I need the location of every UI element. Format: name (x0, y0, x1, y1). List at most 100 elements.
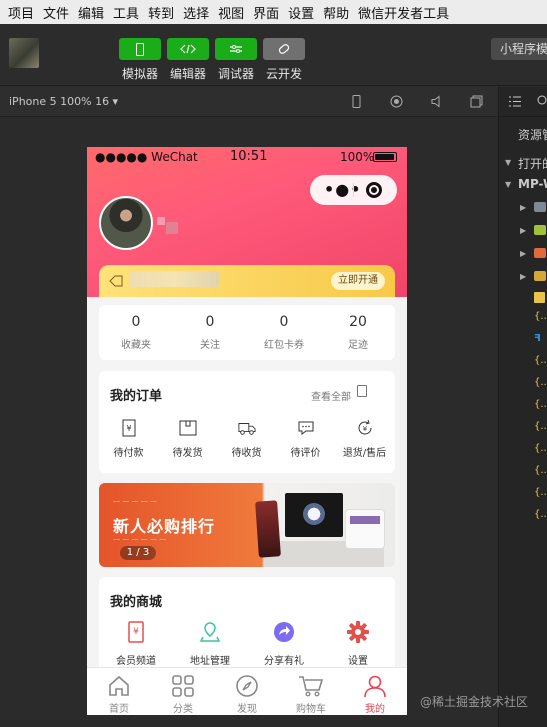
editor-button[interactable] (167, 38, 209, 60)
orders-card: 我的订单 查看全部 ¥ 待付款 待发货 待收货 待评价 ¥ 退货/售后 (99, 371, 395, 473)
record-icon[interactable] (390, 95, 403, 108)
folder-icon[interactable] (534, 248, 546, 258)
refund-icon: ¥ (358, 419, 371, 435)
window-icon[interactable] (470, 95, 483, 108)
volume-icon[interactable] (430, 95, 443, 108)
mall-address[interactable]: 地址管理 (173, 621, 247, 667)
simulator-label: 模拟器 (121, 67, 158, 81)
user-avatar[interactable] (9, 38, 39, 68)
mall-settings[interactable]: 设置 (321, 621, 395, 667)
vip-open-button[interactable]: 立即开通 (331, 272, 385, 290)
json-file-icon[interactable]: {..} (534, 443, 547, 454)
order-pending-review[interactable]: 待评价 (276, 419, 335, 459)
mode-select[interactable]: 小程序模式 (491, 38, 547, 60)
order-label: 待收货 (231, 448, 262, 459)
project-section[interactable]: MP-WEIXIN (518, 177, 547, 191)
payment-icon: ¥ (122, 419, 135, 437)
folder-icon[interactable] (534, 225, 546, 235)
menu-item-view[interactable]: 视图 (218, 3, 244, 22)
document-icon[interactable] (357, 385, 367, 397)
tab-category[interactable]: 分类 (151, 673, 215, 715)
order-label: 待发货 (172, 448, 203, 459)
profile-avatar[interactable] (99, 196, 153, 250)
open-editors-section[interactable]: 打开的编辑器 (518, 155, 547, 172)
tab-label: 首页 (109, 704, 129, 715)
stat-following[interactable]: 0 关注 (173, 314, 247, 351)
explorer-header (499, 87, 547, 117)
menu-item-goto[interactable]: 转到 (148, 3, 174, 22)
mall-label: 会员频道 (116, 656, 156, 667)
chevron-down-icon: ▼ (505, 158, 512, 167)
tab-discover[interactable]: 发现 (215, 673, 279, 715)
home-icon (109, 675, 129, 696)
view-all-orders-link[interactable]: 查看全部 (311, 388, 351, 403)
explorer-title: 资源管理器 (518, 128, 547, 142)
json-file-icon[interactable]: {..} (534, 377, 547, 388)
mini-program-capsule: •●• (310, 175, 397, 205)
order-pending-receipt[interactable]: 待收货 (217, 419, 276, 459)
json-file-icon[interactable]: {..} (534, 355, 547, 366)
json-file-icon[interactable]: {..} (534, 311, 547, 322)
order-pending-shipment[interactable]: 待发货 (158, 419, 217, 459)
cloud-button[interactable] (263, 38, 305, 60)
chevron-down-icon: ▼ (505, 180, 512, 189)
more-icon[interactable]: •●• (324, 180, 361, 199)
menu-item-settings[interactable]: 设置 (288, 3, 314, 22)
close-miniprogram-icon[interactable] (366, 182, 382, 198)
json-file-icon[interactable]: {..} (534, 421, 547, 432)
stat-coupons[interactable]: 0 红包卡券 (247, 314, 321, 351)
js-file-icon[interactable] (534, 292, 545, 303)
json-file-icon[interactable]: {..} (534, 509, 547, 520)
folder-icon[interactable] (534, 271, 546, 281)
folder-icon[interactable] (534, 202, 546, 212)
debugger-button[interactable] (215, 38, 257, 60)
menu-item-edit[interactable]: 编辑 (78, 3, 104, 22)
battery-icon (373, 152, 397, 162)
carrier-label: ●●●●● WeChat (95, 150, 198, 164)
json-file-icon[interactable]: {..} (534, 465, 547, 476)
product-box-image (285, 493, 343, 537)
tag-icon (109, 275, 123, 287)
status-time: 10:51 (230, 149, 268, 164)
menu-item-interface[interactable]: 界面 (253, 3, 279, 22)
menu-item-help[interactable]: 帮助 (323, 3, 349, 22)
menu-item-devtools[interactable]: 微信开发者工具 (358, 3, 449, 22)
menu-item-project[interactable]: 项目 (8, 3, 34, 22)
mall-card: 我的商城 ¥ 会员频道 地址管理 分享有礼 设置 (99, 577, 395, 677)
cart-icon (299, 676, 324, 697)
mall-member-channel[interactable]: ¥ 会员频道 (99, 621, 173, 667)
tab-label: 分类 (173, 704, 193, 715)
tab-home[interactable]: 首页 (87, 673, 151, 715)
menu-item-tools[interactable]: 工具 (113, 3, 139, 22)
menu-item-select[interactable]: 选择 (183, 3, 209, 22)
banner-subtext: — — — — — (113, 497, 157, 505)
order-pending-payment[interactable]: ¥ 待付款 (99, 419, 158, 459)
banner-subtext: — — — — — — (113, 535, 167, 543)
stat-history[interactable]: 20 足迹 (321, 314, 395, 351)
mall-share[interactable]: 分享有礼 (247, 621, 321, 667)
json-file-icon[interactable]: {..} (534, 399, 547, 410)
user-icon (364, 675, 386, 698)
chevron-right-icon: ▶ (520, 226, 527, 235)
css-file-icon[interactable]: ꟻ (534, 333, 541, 344)
simulator-button[interactable] (119, 38, 161, 60)
promo-banner[interactable]: — — — — — 新人必购排行 — — — — — — 1 / 3 (99, 483, 395, 567)
username-blurred (166, 222, 178, 234)
tab-label: 我的 (365, 704, 385, 715)
stat-label: 足迹 (348, 340, 368, 351)
tab-mine[interactable]: 我的 (343, 673, 407, 715)
json-file-icon[interactable]: {..} (534, 487, 547, 498)
order-refund[interactable]: ¥ 退货/售后 (335, 419, 394, 459)
toolbar: 模拟器 编辑器 调试器 云开发 小程序模式 (0, 24, 547, 86)
editor-label: 编辑器 (169, 67, 206, 81)
tab-cart[interactable]: 购物车 (279, 673, 343, 715)
phone-icon[interactable] (350, 95, 363, 108)
device-select[interactable]: iPhone 5 100% 16 ▾ (9, 95, 118, 108)
stat-value: 0 (131, 314, 141, 330)
stat-favorites[interactable]: 0 收藏夹 (99, 314, 173, 351)
phone-icon (136, 42, 144, 56)
list-icon[interactable] (509, 96, 521, 107)
share-icon (274, 622, 294, 642)
search-icon[interactable] (537, 95, 547, 107)
menu-item-file[interactable]: 文件 (43, 3, 69, 22)
